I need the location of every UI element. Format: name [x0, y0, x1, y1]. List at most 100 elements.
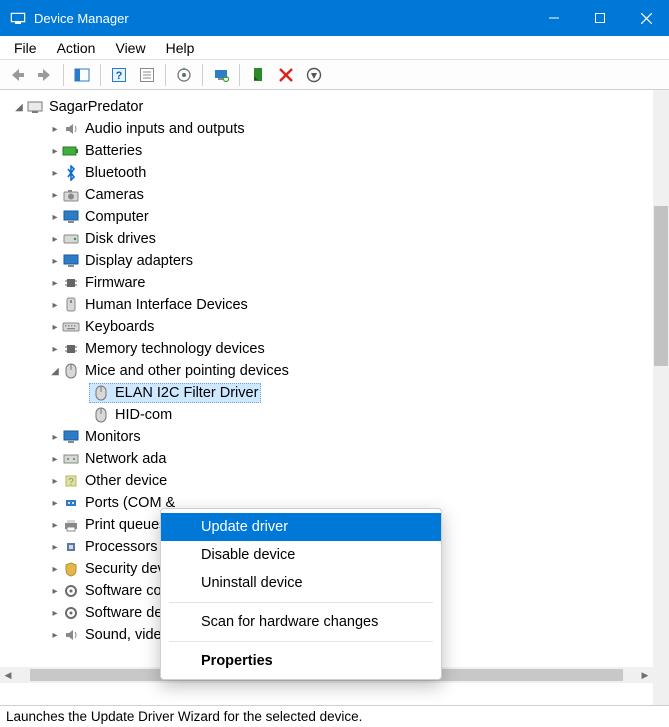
ctx-disable-device[interactable]: Disable device: [161, 541, 441, 569]
chevron-right-icon[interactable]: ▸: [48, 190, 62, 201]
tree-item-network-ada[interactable]: ▸ Network ada: [6, 448, 669, 470]
scroll-right-icon[interactable]: ▶: [637, 667, 653, 683]
chevron-down-icon[interactable]: ◢: [12, 102, 26, 113]
tree-item-label: Human Interface Devices: [85, 297, 248, 313]
chevron-right-icon[interactable]: ▸: [48, 432, 62, 443]
menu-view[interactable]: View: [105, 38, 155, 58]
mouse-icon: [92, 406, 110, 424]
chevron-right-icon[interactable]: ▸: [48, 278, 62, 289]
forward-button[interactable]: [32, 62, 58, 88]
chevron-right-icon[interactable]: ▸: [48, 212, 62, 223]
tree-item-disk-drives[interactable]: ▸Disk drives: [6, 228, 669, 250]
minimize-button[interactable]: [531, 0, 577, 36]
uninstall-device-button[interactable]: [301, 62, 327, 88]
chevron-right-icon[interactable]: ▸: [48, 322, 62, 333]
menu-file[interactable]: File: [4, 38, 47, 58]
tree-item-label: Processors: [85, 539, 158, 555]
menu-action[interactable]: Action: [47, 38, 106, 58]
ctx-scan-hardware[interactable]: Scan for hardware changes: [161, 608, 441, 636]
chip-icon: [62, 274, 80, 292]
tree-item-elan-i2c-filter-driver[interactable]: ELAN I2C Filter Driver: [6, 382, 669, 404]
enable-device-button[interactable]: [245, 62, 271, 88]
tree-item-label: Audio inputs and outputs: [85, 121, 245, 137]
port-icon: [62, 494, 80, 512]
battery-icon: [62, 142, 80, 160]
keyboard-icon: [62, 318, 80, 336]
chevron-right-icon[interactable]: ▸: [48, 630, 62, 641]
help-button[interactable]: ?: [106, 62, 132, 88]
tree-item-human-interface-devices[interactable]: ▸ Human Interface Devices: [6, 294, 669, 316]
tree-item-label: Firmware: [85, 275, 145, 291]
toolbar-separator: [63, 64, 64, 86]
update-driver-button[interactable]: [171, 62, 197, 88]
tree-item-hid-com[interactable]: HID-com: [6, 404, 669, 426]
tree-item-audio-inputs-and-outputs[interactable]: ▸ Audio inputs and outputs: [6, 118, 669, 140]
toolbar-separator: [239, 64, 240, 86]
speaker-icon: [62, 120, 80, 138]
tree-item-keyboards[interactable]: ▸ Keyboards: [6, 316, 669, 338]
chevron-right-icon[interactable]: ▸: [48, 300, 62, 311]
tree-item-label: Computer: [85, 209, 149, 225]
network-icon: [62, 450, 80, 468]
chevron-right-icon[interactable]: ▸: [48, 564, 62, 575]
tree-item-bluetooth[interactable]: ▸Bluetooth: [6, 162, 669, 184]
show-hide-console-button[interactable]: [69, 62, 95, 88]
chevron-right-icon[interactable]: ▸: [48, 344, 62, 355]
other-icon: ?: [62, 472, 80, 490]
menubar: File Action View Help: [0, 36, 669, 60]
chevron-right-icon[interactable]: ▸: [48, 520, 62, 531]
scroll-left-icon[interactable]: ◀: [0, 667, 16, 683]
toolbar-separator: [202, 64, 203, 86]
ctx-properties[interactable]: Properties: [161, 647, 441, 675]
tree-item-memory-technology-devices[interactable]: ▸Memory technology devices: [6, 338, 669, 360]
chevron-right-icon[interactable]: ▸: [48, 124, 62, 135]
gear-icon: [62, 604, 80, 622]
tree-root[interactable]: ◢ SagarPredator: [6, 96, 669, 118]
chevron-down-icon[interactable]: ◢: [48, 366, 62, 377]
camera-icon: [62, 186, 80, 204]
chevron-right-icon[interactable]: ▸: [48, 256, 62, 267]
monitor-icon: [62, 428, 80, 446]
cpu-icon: [62, 538, 80, 556]
disk-icon: [62, 230, 80, 248]
tree-item-label: Print queues: [85, 517, 166, 533]
tree-item-label: SagarPredator: [49, 99, 143, 115]
tree-item-mice-and-other-pointing-devices[interactable]: ◢Mice and other pointing devices: [6, 360, 669, 382]
tree-item-computer[interactable]: ▸ Computer: [6, 206, 669, 228]
toolbar-separator: [165, 64, 166, 86]
tree-item-label: Network ada: [85, 451, 166, 467]
tree-item-other-device[interactable]: ▸? Other device: [6, 470, 669, 492]
chevron-right-icon[interactable]: ▸: [48, 498, 62, 509]
chevron-right-icon[interactable]: ▸: [48, 234, 62, 245]
tree-item-label: Other device: [85, 473, 167, 489]
properties-button[interactable]: [134, 62, 160, 88]
chevron-right-icon[interactable]: ▸: [48, 586, 62, 597]
tree-item-display-adapters[interactable]: ▸Display adapters: [6, 250, 669, 272]
chevron-right-icon[interactable]: ▸: [48, 146, 62, 157]
tree-wrap: ◢SagarPredator▸Audio inputs and outputs▸…: [0, 90, 669, 705]
disable-device-button[interactable]: [273, 62, 299, 88]
menu-help[interactable]: Help: [156, 38, 205, 58]
speaker-icon: [62, 626, 80, 644]
maximize-button[interactable]: [577, 0, 623, 36]
chevron-right-icon[interactable]: ▸: [48, 608, 62, 619]
gear-icon: [62, 582, 80, 600]
tree-item-batteries[interactable]: ▸Batteries: [6, 140, 669, 162]
window-title: Device Manager: [34, 11, 531, 26]
chevron-right-icon[interactable]: ▸: [48, 454, 62, 465]
scan-hardware-button[interactable]: [208, 62, 234, 88]
close-button[interactable]: [623, 0, 669, 36]
back-button[interactable]: [4, 62, 30, 88]
ctx-update-driver[interactable]: Update driver: [161, 513, 441, 541]
titlebar: Device Manager: [0, 0, 669, 36]
tree-item-cameras[interactable]: ▸Cameras: [6, 184, 669, 206]
tree-item-firmware[interactable]: ▸ Firmware: [6, 272, 669, 294]
monitor-icon: [62, 208, 80, 226]
ctx-uninstall-device[interactable]: Uninstall device: [161, 569, 441, 597]
tree-item-monitors[interactable]: ▸Monitors: [6, 426, 669, 448]
tree-item-label: Keyboards: [85, 319, 154, 335]
chevron-right-icon[interactable]: ▸: [48, 542, 62, 553]
ctx-divider: [169, 602, 433, 603]
chevron-right-icon[interactable]: ▸: [48, 168, 62, 179]
chevron-right-icon[interactable]: ▸: [48, 476, 62, 487]
